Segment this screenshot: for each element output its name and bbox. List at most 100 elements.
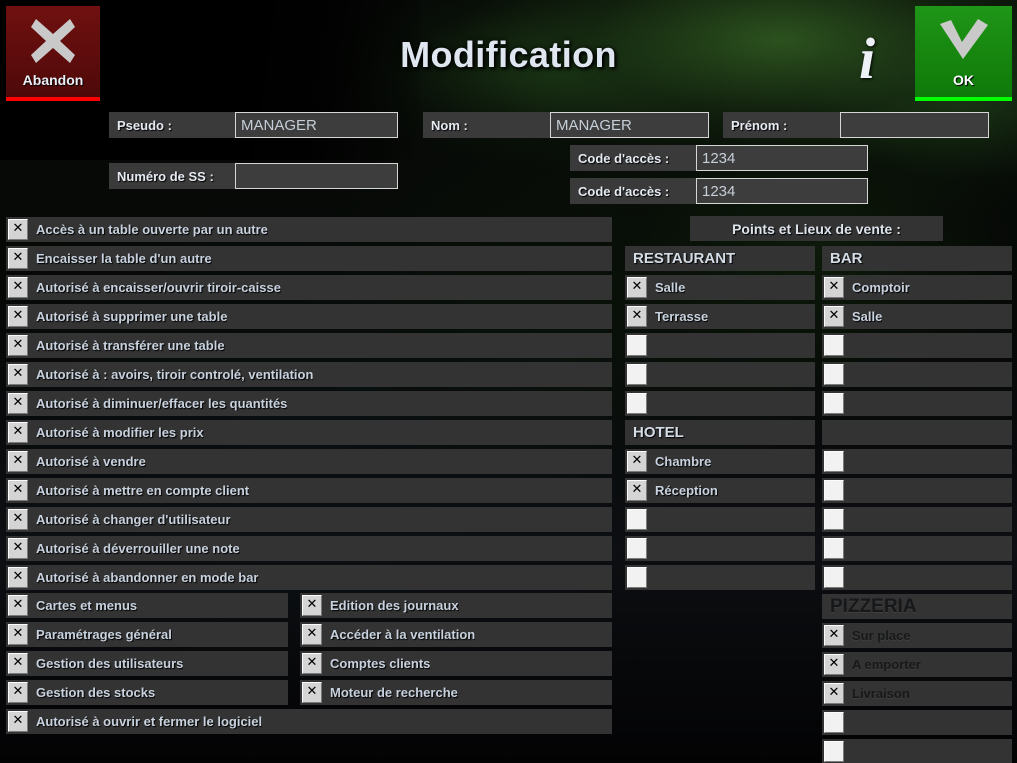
info-icon[interactable]: i [850,28,884,90]
sales-point-row-0-3[interactable]: ✕ [625,362,815,387]
checkbox-checked-icon[interactable]: ✕ [8,653,28,674]
checkbox-checked-icon[interactable]: ✕ [824,306,844,327]
checkbox-unchecked-icon[interactable]: ✕ [824,509,844,530]
checkbox-checked-icon[interactable]: ✕ [8,248,28,269]
checkbox-checked-icon[interactable]: ✕ [8,306,28,327]
checkbox-checked-icon[interactable]: ✕ [302,595,322,616]
sales-point-row-4-1[interactable]: ✕ A emporter [822,652,1012,677]
permission-row-full-2[interactable]: ✕ Autorisé à encaisser/ouvrir tiroir-cais… [6,275,612,300]
permission-row-left-3[interactable]: ✕ Gestion des stocks [6,680,288,705]
checkbox-checked-icon[interactable]: ✕ [8,393,28,414]
checkbox-unchecked-icon[interactable]: ✕ [824,538,844,559]
checkbox-checked-icon[interactable]: ✕ [8,509,28,530]
checkbox-checked-icon[interactable]: ✕ [8,711,28,732]
permission-row-full-10[interactable]: ✕ Autorisé à changer d'utilisateur [6,507,612,532]
sales-point-row-2-4[interactable]: ✕ [625,565,815,590]
ok-button[interactable]: OK [915,6,1012,101]
checkbox-checked-icon[interactable]: ✕ [8,422,28,443]
checkbox-unchecked-icon[interactable]: ✕ [824,364,844,385]
permission-row-full-11[interactable]: ✕ Autorisé à déverrouiller une note [6,536,612,561]
checkbox-checked-icon[interactable]: ✕ [8,219,28,240]
sales-point-row-4-4[interactable]: ✕ [822,739,1012,763]
sales-point-row-3-1[interactable]: ✕ [822,478,1012,503]
permission-row-full-7[interactable]: ✕ Autorisé à modifier les prix [6,420,612,445]
checkbox-unchecked-icon[interactable]: ✕ [627,393,647,414]
checkbox-unchecked-icon[interactable]: ✕ [627,364,647,385]
permission-row-left-1[interactable]: ✕ Paramétrages général [6,622,288,647]
checkbox-checked-icon[interactable]: ✕ [302,682,322,703]
prenom-input[interactable] [840,112,989,138]
permission-row-left-2[interactable]: ✕ Gestion des utilisateurs [6,651,288,676]
checkbox-checked-icon[interactable]: ✕ [8,567,28,588]
permission-row-right-3[interactable]: ✕ Moteur de recherche [300,680,612,705]
checkbox-checked-icon[interactable]: ✕ [8,335,28,356]
checkbox-checked-icon[interactable]: ✕ [302,653,322,674]
checkbox-unchecked-icon[interactable]: ✕ [824,335,844,356]
permission-row-left-0[interactable]: ✕ Cartes et menus [6,593,288,618]
checkbox-unchecked-icon[interactable]: ✕ [627,335,647,356]
sales-point-row-0-4[interactable]: ✕ [625,391,815,416]
permission-row-full-5[interactable]: ✕ Autorisé à : avoirs, tiroir controlé, v… [6,362,612,387]
checkbox-checked-icon[interactable]: ✕ [8,682,28,703]
permission-row-full-3[interactable]: ✕ Autorisé à supprimer une table [6,304,612,329]
permission-row-full-8[interactable]: ✕ Autorisé à vendre [6,449,612,474]
checkbox-unchecked-icon[interactable]: ✕ [824,741,844,762]
permission-row-right-0[interactable]: ✕ Edition des journaux [300,593,612,618]
sales-point-row-2-0[interactable]: ✕ Chambre [625,449,815,474]
checkbox-checked-icon[interactable]: ✕ [8,538,28,559]
checkbox-unchecked-icon[interactable]: ✕ [824,393,844,414]
sales-point-row-1-4[interactable]: ✕ [822,391,1012,416]
checkbox-checked-icon[interactable]: ✕ [8,364,28,385]
checkbox-checked-icon[interactable]: ✕ [627,451,647,472]
sales-point-row-2-2[interactable]: ✕ [625,507,815,532]
checkbox-checked-icon[interactable]: ✕ [627,480,647,501]
checkbox-checked-icon[interactable]: ✕ [627,306,647,327]
permission-row-full-4[interactable]: ✕ Autorisé à transférer une table [6,333,612,358]
checkbox-unchecked-icon[interactable]: ✕ [824,567,844,588]
nom-input[interactable]: MANAGER [550,112,709,138]
checkbox-checked-icon[interactable]: ✕ [8,624,28,645]
checkbox-checked-icon[interactable]: ✕ [824,683,844,704]
code-acces-1-input[interactable]: 1234 [696,145,868,171]
checkbox-unchecked-icon[interactable]: ✕ [824,712,844,733]
pseudo-input[interactable]: MANAGER [235,112,398,138]
sales-point-row-3-0[interactable]: ✕ [822,449,1012,474]
checkbox-unchecked-icon[interactable]: ✕ [824,451,844,472]
code-acces-2-input[interactable]: 1234 [696,178,868,204]
sales-point-row-0-1[interactable]: ✕ Terrasse [625,304,815,329]
permission-row-right-1[interactable]: ✕ Accéder à la ventilation [300,622,612,647]
permission-row-full-6[interactable]: ✕ Autorisé à diminuer/effacer les quantit… [6,391,612,416]
sales-point-row-4-2[interactable]: ✕ Livraison [822,681,1012,706]
numero-ss-input[interactable] [235,163,398,189]
sales-point-row-1-0[interactable]: ✕ Comptoir [822,275,1012,300]
checkbox-checked-icon[interactable]: ✕ [824,277,844,298]
checkbox-checked-icon[interactable]: ✕ [8,277,28,298]
checkbox-unchecked-icon[interactable]: ✕ [627,509,647,530]
sales-point-row-4-0[interactable]: ✕ Sur place [822,623,1012,648]
sales-point-row-4-3[interactable]: ✕ [822,710,1012,735]
checkbox-checked-icon[interactable]: ✕ [302,624,322,645]
sales-point-row-3-2[interactable]: ✕ [822,507,1012,532]
sales-point-row-1-2[interactable]: ✕ [822,333,1012,358]
checkbox-checked-icon[interactable]: ✕ [8,480,28,501]
sales-point-row-1-3[interactable]: ✕ [822,362,1012,387]
permission-row-right-2[interactable]: ✕ Comptes clients [300,651,612,676]
permission-row-full-0[interactable]: ✕ Accès à un table ouverte par un autre [6,217,612,242]
sales-point-row-0-0[interactable]: ✕ Salle [625,275,815,300]
sales-point-row-3-4[interactable]: ✕ [822,565,1012,590]
permission-row-full-12[interactable]: ✕ Autorisé à abandonner en mode bar [6,565,612,590]
checkbox-checked-icon[interactable]: ✕ [8,451,28,472]
checkbox-unchecked-icon[interactable]: ✕ [627,538,647,559]
checkbox-checked-icon[interactable]: ✕ [8,595,28,616]
checkbox-unchecked-icon[interactable]: ✕ [627,567,647,588]
sales-point-row-1-1[interactable]: ✕ Salle [822,304,1012,329]
permission-row-full-9[interactable]: ✕ Autorisé à mettre en compte client [6,478,612,503]
checkbox-checked-icon[interactable]: ✕ [824,654,844,675]
permission-row-footer-0[interactable]: ✕ Autorisé à ouvrir et fermer le logiciel [6,709,612,734]
sales-point-row-2-3[interactable]: ✕ [625,536,815,561]
checkbox-unchecked-icon[interactable]: ✕ [824,480,844,501]
sales-point-row-0-2[interactable]: ✕ [625,333,815,358]
sales-point-row-2-1[interactable]: ✕ Réception [625,478,815,503]
checkbox-checked-icon[interactable]: ✕ [627,277,647,298]
sales-point-row-3-3[interactable]: ✕ [822,536,1012,561]
